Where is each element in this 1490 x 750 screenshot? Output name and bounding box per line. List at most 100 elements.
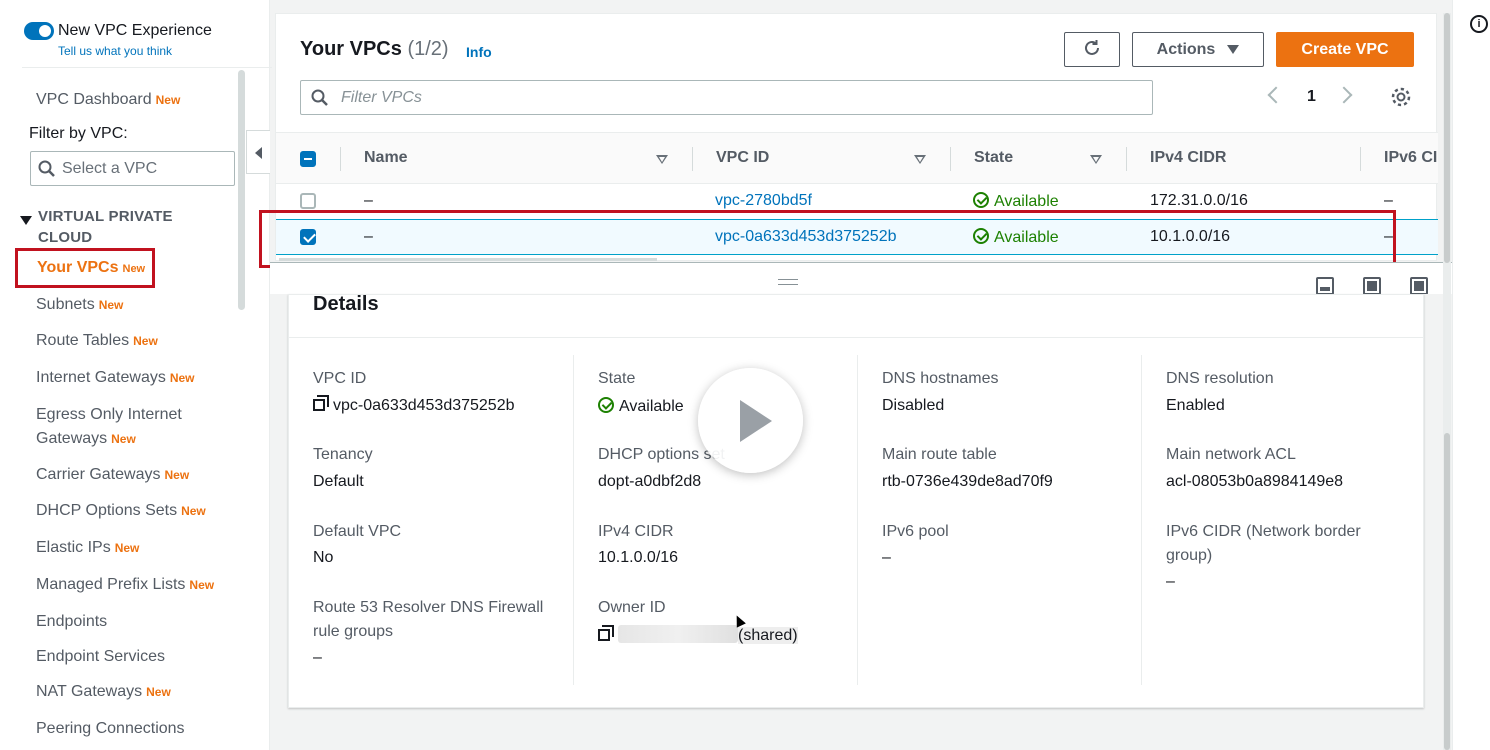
sidebar-item-nat-gateways[interactable]: NAT Gateways New <box>36 680 171 704</box>
sidebar-item-label: Subnets <box>36 296 95 313</box>
page-title: Your VPCs (1/2) <box>300 38 449 61</box>
sidebar-item-endpoints[interactable]: Endpoints <box>36 610 107 634</box>
main-scrollbar[interactable] <box>1443 13 1451 750</box>
caret-down-icon[interactable] <box>20 216 32 225</box>
sort-icon[interactable] <box>1090 155 1102 164</box>
sidebar-item-internet-gateways[interactable]: Internet Gateways New <box>36 366 195 390</box>
info-icon[interactable]: i <box>1470 15 1488 33</box>
new-experience-toggle[interactable] <box>24 22 54 40</box>
new-badge: New <box>146 685 171 699</box>
sidebar-item-label: Endpoint Services <box>36 648 165 665</box>
actions-dropdown[interactable]: Actions <box>1132 32 1264 67</box>
sidebar-item-egress-only-internet-gateways[interactable]: Egress Only Internet Gateways New <box>36 403 182 451</box>
resize-handle[interactable] <box>778 279 798 285</box>
field-label-default-vpc: Default VPC <box>313 523 402 540</box>
state-text: Available <box>619 398 684 415</box>
cell-vpc-id-link[interactable]: vpc-2780bd5f <box>715 192 812 210</box>
field-value-ipv6-pool: – <box>882 549 891 566</box>
field-value-dns-firewall: – <box>313 649 322 666</box>
vpc-select-placeholder: Select a VPC <box>62 160 158 177</box>
sort-icon[interactable] <box>656 155 668 164</box>
feedback-link[interactable]: Tell us what you think <box>58 44 172 58</box>
filter-vpcs-input[interactable]: Filter VPCs <box>300 80 1153 115</box>
column-divider <box>1360 147 1361 171</box>
field-value-main-network-acl-link[interactable]: acl-08053b0a8984149e8 <box>1166 473 1343 491</box>
search-icon <box>38 160 55 177</box>
details-title: Details <box>313 295 379 315</box>
video-play-button[interactable] <box>698 368 803 473</box>
details-column-4: DNS resolution Enabled Main network ACL … <box>1166 355 1450 685</box>
field-label-ipv4-cidr: IPv4 CIDR <box>598 523 674 540</box>
gear-icon[interactable] <box>1390 86 1412 108</box>
sidebar-item-label: NAT Gateways <box>36 683 143 700</box>
sidebar-item-carrier-gateways[interactable]: Carrier Gateways New <box>36 463 189 487</box>
sidebar-item-label: Carrier Gateways <box>36 466 161 483</box>
sidebar-item-label: Route Tables <box>36 332 130 349</box>
scrollbar-thumb[interactable] <box>1444 433 1450 750</box>
column-header-ipv6-cidr[interactable]: IPv6 CI <box>1384 149 1437 167</box>
sidebar-item-label: Managed Prefix Lists <box>36 576 186 593</box>
page-number[interactable]: 1 <box>1307 88 1316 106</box>
create-vpc-button[interactable]: Create VPC <box>1276 32 1414 67</box>
select-all-checkbox[interactable] <box>300 151 316 167</box>
sidebar-item-subnets[interactable]: Subnets New <box>36 293 123 317</box>
field-value-owner-id: (shared) <box>598 625 798 645</box>
filter-by-vpc-label: Filter by VPC: <box>29 125 128 142</box>
previous-page-icon[interactable] <box>1267 86 1285 104</box>
split-panel-header <box>270 262 1490 295</box>
collapse-sidebar-button[interactable] <box>246 130 270 174</box>
field-value-dns-hostnames: Disabled <box>882 397 945 414</box>
field-value-dns-resolution: Enabled <box>1166 397 1225 414</box>
copy-icon[interactable] <box>598 625 614 641</box>
new-experience-toggle-area: New VPC Experience Tell us what you thin… <box>22 14 272 68</box>
details-header: Details <box>289 295 1423 338</box>
sidebar-item-route-tables[interactable]: Route Tables New <box>36 329 158 353</box>
row-checkbox[interactable] <box>300 193 316 209</box>
field-value-main-route-table-link[interactable]: rtb-0736e439de8ad70f9 <box>882 473 1053 491</box>
split-full-icon[interactable] <box>1410 277 1428 295</box>
sort-icon[interactable] <box>914 155 926 164</box>
title-text: Your VPCs <box>300 38 402 60</box>
section-virtual-private-cloud[interactable]: VIRTUAL PRIVATE CLOUD <box>38 206 218 248</box>
selection-count: (1/2) <box>407 38 449 60</box>
refresh-button[interactable] <box>1064 32 1120 67</box>
column-divider <box>340 147 341 171</box>
field-value-tenancy: Default <box>313 473 364 490</box>
new-badge: New <box>114 541 140 555</box>
column-divider <box>1141 355 1142 685</box>
scrollbar-thumb[interactable] <box>1444 13 1450 263</box>
sidebar-item-elastic-ips[interactable]: Elastic IPs New <box>36 536 139 560</box>
sidebar-item-managed-prefix-lists[interactable]: Managed Prefix Lists New <box>36 573 214 597</box>
split-side-icon[interactable] <box>1363 277 1381 295</box>
info-link[interactable]: Info <box>466 44 492 60</box>
sidebar-scrollbar[interactable] <box>238 70 245 310</box>
new-badge: New <box>155 93 181 107</box>
split-bottom-icon[interactable] <box>1316 277 1334 295</box>
column-header-vpc-id[interactable]: VPC ID <box>716 149 769 167</box>
field-label-ipv6-pool: IPv6 pool <box>882 523 949 540</box>
column-header-ipv4-cidr[interactable]: IPv4 CIDR <box>1150 149 1226 167</box>
new-badge: New <box>164 468 190 482</box>
details-column-1: VPC ID vpc-0a633d453d375252b Tenancy Def… <box>313 355 597 685</box>
new-badge: New <box>111 432 136 446</box>
column-header-state[interactable]: State <box>974 149 1013 167</box>
filter-placeholder: Filter VPCs <box>341 89 422 106</box>
new-badge: New <box>181 504 206 518</box>
column-header-name[interactable]: Name <box>364 149 408 167</box>
sidebar-item-endpoint-services[interactable]: Endpoint Services <box>36 645 165 669</box>
field-label-owner-id: Owner ID <box>598 599 666 616</box>
sidebar-item-label: Endpoints <box>36 613 108 630</box>
sidebar-item-label-line2: Gateways <box>36 430 108 447</box>
next-page-icon[interactable] <box>1335 86 1353 104</box>
vpc-select-input[interactable]: Select a VPC <box>30 151 235 186</box>
copy-icon[interactable] <box>313 395 329 411</box>
field-value-vpc-id: vpc-0a633d453d375252b <box>313 395 515 415</box>
field-label-ipv6-cidr: IPv6 CIDR (Network border group) <box>1166 523 1361 564</box>
column-divider <box>573 355 574 685</box>
sidebar-item-vpc-dashboard[interactable]: VPC Dashboard New <box>36 88 180 112</box>
sidebar-item-peering-connections[interactable]: Peering Connections <box>36 717 185 741</box>
field-label-main-network-acl: Main network ACL <box>1166 446 1296 463</box>
field-label-dns-firewall: Route 53 Resolver DNS Firewall rule grou… <box>313 599 544 640</box>
field-value-dhcp-options-link[interactable]: dopt-a0dbf2d8 <box>598 473 701 491</box>
sidebar-item-dhcp-options-sets[interactable]: DHCP Options Sets New <box>36 499 206 523</box>
